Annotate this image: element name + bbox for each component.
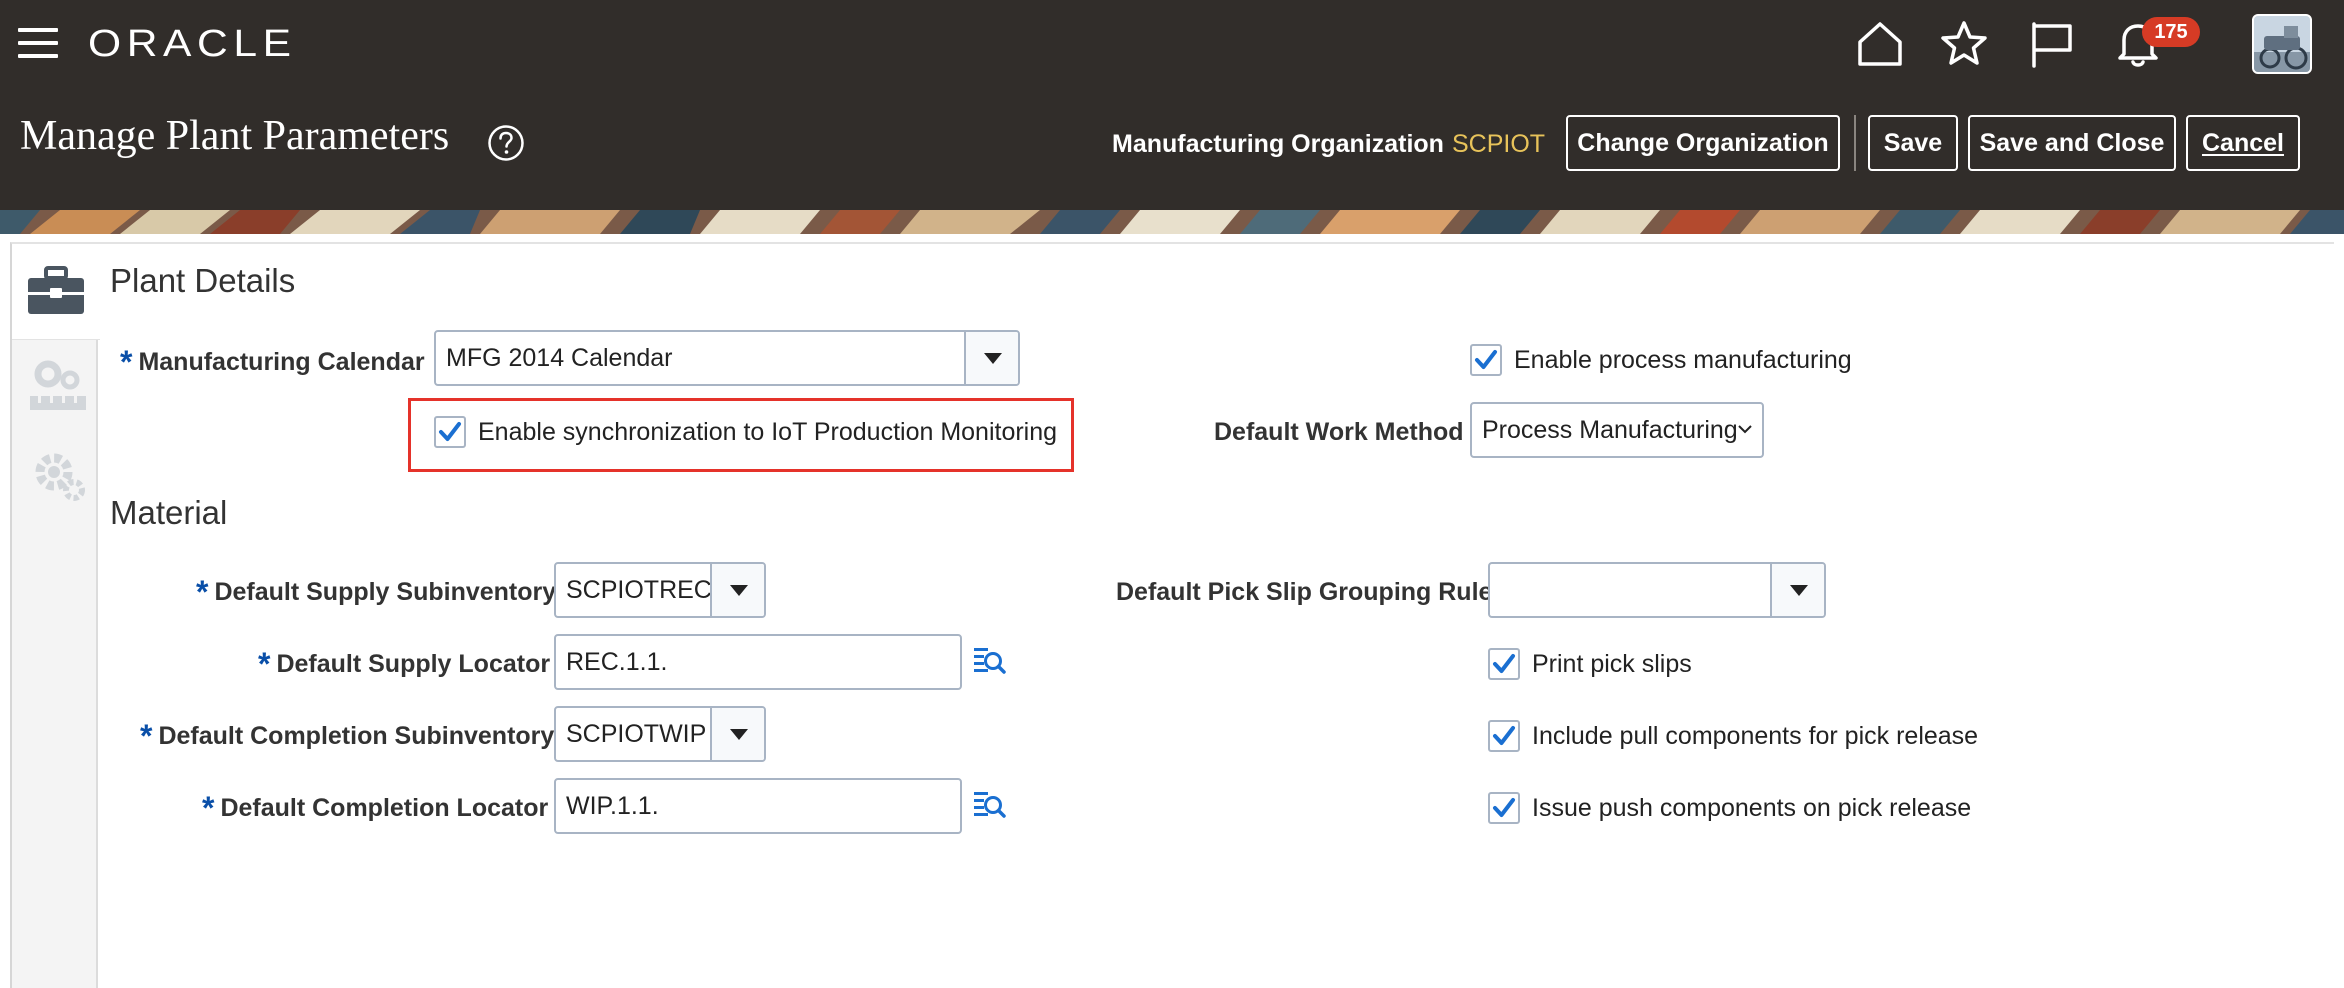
search-list-icon[interactable] bbox=[972, 788, 1006, 822]
home-icon[interactable] bbox=[1854, 18, 1906, 70]
oracle-logo[interactable]: ORACLE bbox=[88, 20, 297, 68]
save-and-close-button[interactable]: Save and Close bbox=[1968, 115, 2176, 171]
include-pull-components-label[interactable]: Include pull components for pick release bbox=[1532, 722, 1978, 751]
default-supply-subinventory-value: SCPIOTREC bbox=[566, 576, 712, 604]
default-completion-subinventory-label: * Default Completion Subinventory bbox=[140, 718, 555, 754]
checkmark-icon bbox=[1493, 798, 1515, 817]
print-pick-slips-checkbox[interactable] bbox=[1488, 648, 1520, 680]
manufacturing-calendar-select[interactable]: MFG 2014 Calendar bbox=[434, 330, 1020, 386]
required-indicator: * bbox=[258, 646, 271, 682]
default-completion-subinventory-value: SCPIOTWIP bbox=[566, 720, 707, 748]
decorative-banner bbox=[0, 210, 2344, 234]
page-title: Manage Plant Parameters bbox=[20, 113, 450, 159]
plant-details-heading: Plant Details bbox=[110, 262, 296, 299]
highlight-box bbox=[408, 398, 1074, 472]
print-pick-slips-label[interactable]: Print pick slips bbox=[1532, 650, 1692, 679]
chevron-down-icon[interactable] bbox=[710, 564, 764, 616]
default-completion-locator-label: * Default Completion Locator bbox=[202, 790, 549, 826]
default-work-method-select[interactable]: Process Manufacturing bbox=[1470, 402, 1764, 458]
toolbox-icon bbox=[28, 266, 84, 314]
toolbar-separator bbox=[1854, 115, 1856, 171]
manufacturing-organization-value: SCPIOT bbox=[1452, 130, 1546, 158]
issue-push-components-label[interactable]: Issue push components on pick release bbox=[1532, 794, 1971, 823]
manufacturing-organization-label: Manufacturing Organization bbox=[1112, 130, 1444, 158]
notification-count-badge[interactable]: 175 bbox=[2142, 17, 2200, 47]
default-work-method-label: Default Work Method bbox=[1214, 418, 1464, 446]
process-manufacturing-label[interactable]: Enable process manufacturing bbox=[1514, 346, 1852, 375]
chevron-down-icon[interactable] bbox=[710, 708, 764, 760]
search-list-icon[interactable] bbox=[972, 644, 1006, 678]
default-completion-locator-input[interactable]: WIP.1.1. bbox=[554, 778, 962, 834]
required-indicator: * bbox=[196, 574, 209, 610]
default-completion-subinventory-select[interactable]: SCPIOTWIP bbox=[554, 706, 766, 762]
checkmark-icon bbox=[1493, 726, 1515, 745]
cancel-button[interactable]: Cancel bbox=[2186, 115, 2300, 171]
user-avatar[interactable] bbox=[2252, 14, 2312, 74]
chevron-down-icon[interactable] bbox=[1770, 564, 1824, 616]
global-header: ORACLE 175 bbox=[0, 0, 2344, 88]
process-manufacturing-checkbox[interactable] bbox=[1470, 344, 1502, 376]
help-icon[interactable] bbox=[486, 123, 526, 163]
side-tab-settings[interactable] bbox=[26, 444, 90, 508]
side-tab-parameters[interactable] bbox=[26, 356, 90, 416]
default-pick-slip-grouping-rule-select[interactable] bbox=[1488, 562, 1826, 618]
material-heading: Material bbox=[110, 494, 228, 531]
default-supply-locator-label: * Default Supply Locator bbox=[258, 646, 551, 682]
default-supply-subinventory-select[interactable]: SCPIOTREC bbox=[554, 562, 766, 618]
gear-ruler-icon bbox=[30, 360, 86, 410]
manufacturing-calendar-label: * Manufacturing Calendar bbox=[120, 344, 425, 380]
default-supply-locator-input[interactable]: REC.1.1. bbox=[554, 634, 962, 690]
gear-icon bbox=[35, 453, 85, 501]
checkmark-icon bbox=[1493, 654, 1515, 673]
required-indicator: * bbox=[140, 718, 153, 754]
change-organization-button[interactable]: Change Organization bbox=[1566, 115, 1840, 171]
include-pull-components-checkbox[interactable] bbox=[1488, 720, 1520, 752]
favorites-star-icon[interactable] bbox=[1938, 18, 1990, 70]
checkmark-icon bbox=[1475, 350, 1497, 369]
menu-icon[interactable] bbox=[18, 26, 58, 60]
default-supply-subinventory-label: * Default Supply Subinventory bbox=[196, 574, 557, 610]
side-tab-plant-details[interactable] bbox=[12, 244, 100, 340]
default-pick-slip-grouping-rule-label: Default Pick Slip Grouping Rule bbox=[1116, 578, 1493, 606]
page-header: Manage Plant Parameters Manufacturing Or… bbox=[0, 88, 2344, 210]
chevron-down-icon bbox=[1738, 425, 1752, 434]
chevron-down-icon[interactable] bbox=[964, 332, 1018, 384]
save-button[interactable]: Save bbox=[1868, 115, 1958, 171]
required-indicator: * bbox=[202, 790, 215, 826]
flag-icon[interactable] bbox=[2026, 18, 2078, 70]
default-work-method-value: Process Manufacturing bbox=[1482, 416, 1738, 444]
issue-push-components-checkbox[interactable] bbox=[1488, 792, 1520, 824]
required-indicator: * bbox=[120, 344, 133, 380]
manufacturing-calendar-value: MFG 2014 Calendar bbox=[446, 344, 673, 372]
